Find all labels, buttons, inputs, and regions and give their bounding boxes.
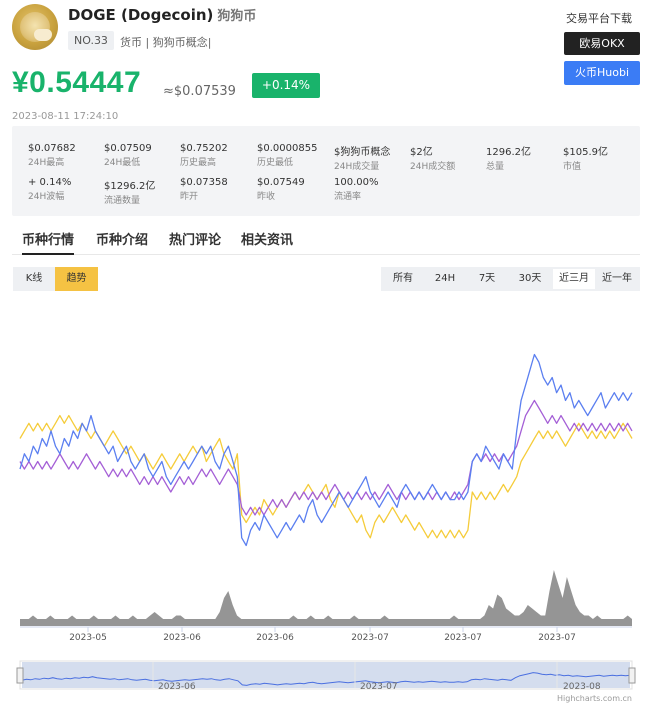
series-line-blue: [19, 353, 633, 547]
navigator-handle-right[interactable]: [628, 667, 636, 684]
navigator-handle-left[interactable]: [16, 667, 24, 684]
series-line-yellow: [19, 414, 633, 539]
volume-area: [20, 570, 632, 626]
navigator-label: 2023-07: [360, 682, 398, 692]
series-line-purple: [19, 399, 633, 516]
x-tick-label: 2023-06: [256, 633, 294, 643]
navigator-label: 2023-06: [158, 682, 196, 692]
navigator-selection: [22, 662, 630, 688]
x-tick-label: 2023-07: [538, 633, 576, 643]
price-trend-chart[interactable]: 2023-05 2023-06 2023-06 2023-07 2023-07 2023-…: [0, 0, 650, 708]
chart-credit: Highcharts.com.cn: [557, 694, 632, 703]
x-tick-label: 2023-06: [163, 633, 201, 643]
x-tick-label: 2023-07: [444, 633, 482, 643]
navigator-label: 2023-08: [563, 682, 601, 692]
x-tick-label: 2023-05: [69, 633, 107, 643]
x-tick-label: 2023-07: [351, 633, 389, 643]
